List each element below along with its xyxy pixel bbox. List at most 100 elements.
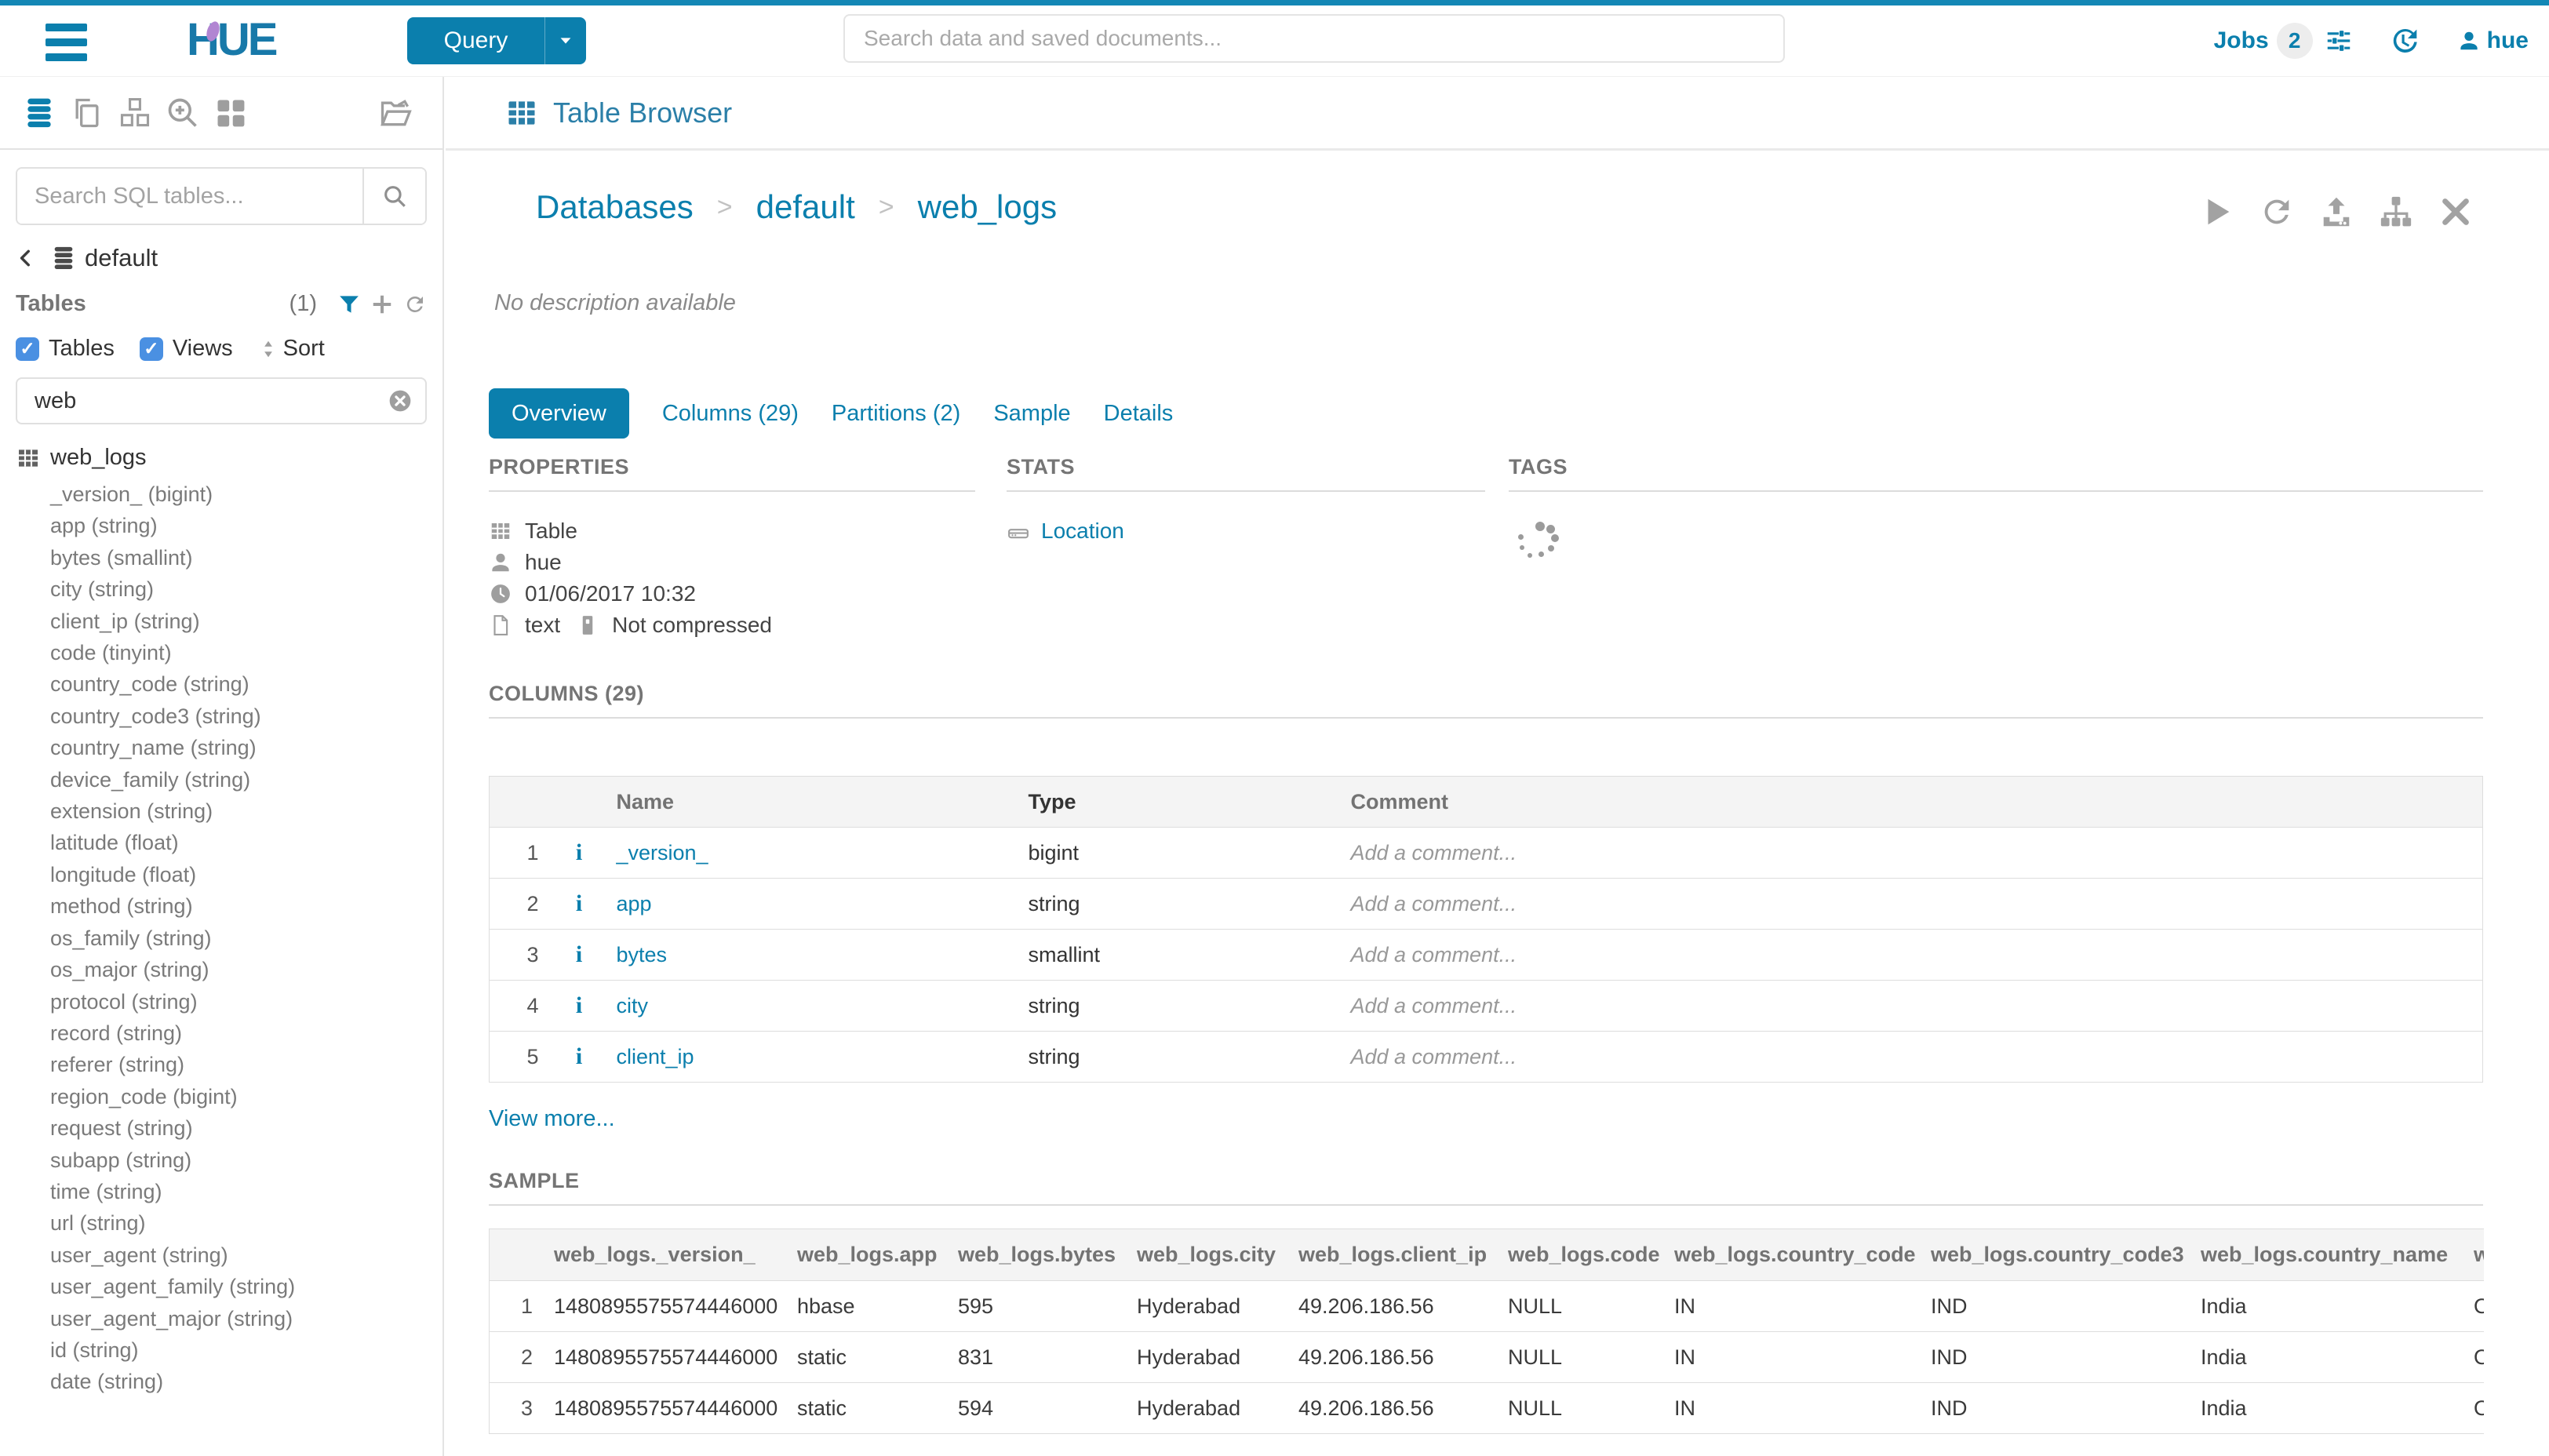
tab-sample[interactable]: Sample [993, 401, 1070, 427]
column-list-item[interactable]: user_agent_family (string) [50, 1271, 442, 1302]
tab-overview[interactable]: Overview [489, 388, 629, 439]
add-table-icon[interactable] [370, 293, 394, 316]
column-comment[interactable]: Add a comment... [1346, 930, 2483, 981]
jobs-count-badge[interactable]: 2 [2277, 23, 2313, 59]
column-list-item[interactable]: request (string) [50, 1112, 442, 1144]
column-list-item[interactable]: bytes (smallint) [50, 542, 442, 573]
column-list-item[interactable]: code (tinyint) [50, 637, 442, 668]
column-name-link[interactable]: _version_ [617, 841, 708, 864]
column-list-item[interactable]: longitude (float) [50, 859, 442, 890]
column-list-item[interactable]: record (string) [50, 1017, 442, 1049]
column-list-item[interactable]: country_code3 (string) [50, 701, 442, 732]
filter-funnel-icon[interactable] [337, 293, 361, 316]
views-checkbox[interactable] [140, 337, 163, 361]
tables-checkbox[interactable] [16, 337, 39, 361]
breadcrumb-databases[interactable]: Databases [536, 188, 694, 226]
column-list-item[interactable]: app (string) [50, 510, 442, 541]
table-description[interactable]: No description available [494, 290, 2483, 322]
query-button[interactable]: Query [407, 17, 586, 64]
column-list-item[interactable]: latitude (float) [50, 827, 442, 858]
tab-partitions[interactable]: Partitions (2) [832, 401, 960, 427]
query-caret-button[interactable] [544, 17, 586, 64]
documents-icon[interactable] [70, 96, 104, 130]
database-icon[interactable] [22, 96, 56, 130]
breadcrumb-database[interactable]: default [756, 188, 855, 226]
column-comment[interactable]: Add a comment... [1346, 828, 2483, 879]
col-header-comment: Comment [1346, 777, 2483, 828]
table-filter-input[interactable] [33, 388, 388, 415]
folder-icon[interactable] [378, 96, 413, 130]
global-search-input[interactable] [843, 14, 1785, 63]
property-type: Table [489, 515, 975, 547]
hamburger-menu-icon[interactable] [46, 24, 89, 58]
table-tree-item[interactable]: web_logs [16, 445, 442, 471]
column-list-item[interactable]: country_code (string) [50, 668, 442, 700]
info-icon[interactable]: i [576, 941, 582, 967]
column-name-link[interactable]: bytes [617, 943, 668, 966]
top-navbar: HUE Query Jobs 2 hue [0, 0, 2549, 77]
caret-down-icon [557, 32, 574, 49]
column-list-item[interactable]: extension (string) [50, 795, 442, 827]
sort-toggle[interactable]: Sort [258, 336, 325, 362]
column-comment[interactable]: Add a comment... [1346, 981, 2483, 1032]
column-name-link[interactable]: city [617, 994, 649, 1017]
column-list-item[interactable]: client_ip (string) [50, 606, 442, 637]
column-list-item[interactable]: subapp (string) [50, 1145, 442, 1176]
chevron-left-icon[interactable] [16, 248, 36, 268]
cell-version: 1480895575574446000 [542, 1332, 785, 1383]
row-number: 3 [490, 1383, 542, 1434]
column-list-item[interactable]: time (string) [50, 1176, 442, 1207]
current-database[interactable]: default [85, 244, 158, 272]
jobs-link[interactable]: Jobs [2214, 27, 2269, 54]
refresh-icon[interactable] [2259, 194, 2295, 230]
column-name-link[interactable]: client_ip [617, 1045, 694, 1068]
upload-icon[interactable] [2318, 194, 2354, 230]
column-comment[interactable]: Add a comment... [1346, 879, 2483, 930]
column-list-item[interactable]: url (string) [50, 1207, 442, 1239]
refresh-icon[interactable] [403, 293, 427, 316]
column-list-item[interactable]: user_agent (string) [50, 1239, 442, 1271]
cell-app: static [785, 1332, 946, 1383]
column-list-item[interactable]: device_family (string) [50, 764, 442, 795]
user-menu[interactable]: hue [2457, 27, 2529, 54]
hue-logo[interactable]: HUE [187, 13, 275, 66]
column-list-item[interactable]: city (string) [50, 573, 442, 605]
clear-filter-icon[interactable] [388, 388, 413, 413]
column-list-item[interactable]: country_name (string) [50, 732, 442, 763]
cubes-icon[interactable] [118, 96, 152, 130]
close-icon[interactable] [2438, 194, 2474, 230]
column-list-item[interactable]: os_major (string) [50, 954, 442, 985]
sitemap-icon[interactable] [2378, 194, 2414, 230]
play-icon[interactable] [2199, 194, 2235, 230]
apps-grid-icon[interactable] [213, 96, 248, 130]
breadcrumb-table[interactable]: web_logs [918, 188, 1057, 226]
search-plus-icon[interactable] [166, 96, 200, 130]
column-list-item[interactable]: user_agent_major (string) [50, 1303, 442, 1334]
database-icon [50, 245, 77, 271]
location-link[interactable]: Location [1041, 519, 1124, 544]
history-icon[interactable] [2388, 25, 2420, 56]
sidebar-search-button[interactable] [362, 169, 425, 224]
column-list-item[interactable]: referer (string) [50, 1049, 442, 1080]
info-icon[interactable]: i [576, 1043, 582, 1069]
sql-tables-search-input[interactable] [17, 169, 362, 224]
column-list-item[interactable]: date (string) [50, 1366, 442, 1397]
column-list-item[interactable]: id (string) [50, 1334, 442, 1366]
sliders-icon[interactable] [2324, 26, 2354, 56]
view-more-link[interactable]: View more... [489, 1106, 615, 1131]
column-list-item[interactable]: region_code (bigint) [50, 1081, 442, 1112]
column-list-item[interactable]: os_family (string) [50, 923, 442, 954]
sort-label: Sort [283, 336, 325, 362]
column-list-item[interactable]: method (string) [50, 890, 442, 922]
cell-bytes: 595 [946, 1281, 1125, 1332]
info-icon[interactable]: i [576, 992, 582, 1018]
column-list-item[interactable]: protocol (string) [50, 986, 442, 1017]
tab-columns[interactable]: Columns (29) [662, 401, 799, 427]
column-list-item[interactable]: _version_ (bigint) [50, 479, 442, 510]
column-comment[interactable]: Add a comment... [1346, 1032, 2483, 1083]
column-name-link[interactable]: app [617, 892, 652, 915]
info-icon[interactable]: i [576, 890, 582, 916]
tab-details[interactable]: Details [1104, 401, 1174, 427]
sample-column-header: web_logs.code [1496, 1229, 1662, 1281]
info-icon[interactable]: i [576, 839, 582, 865]
